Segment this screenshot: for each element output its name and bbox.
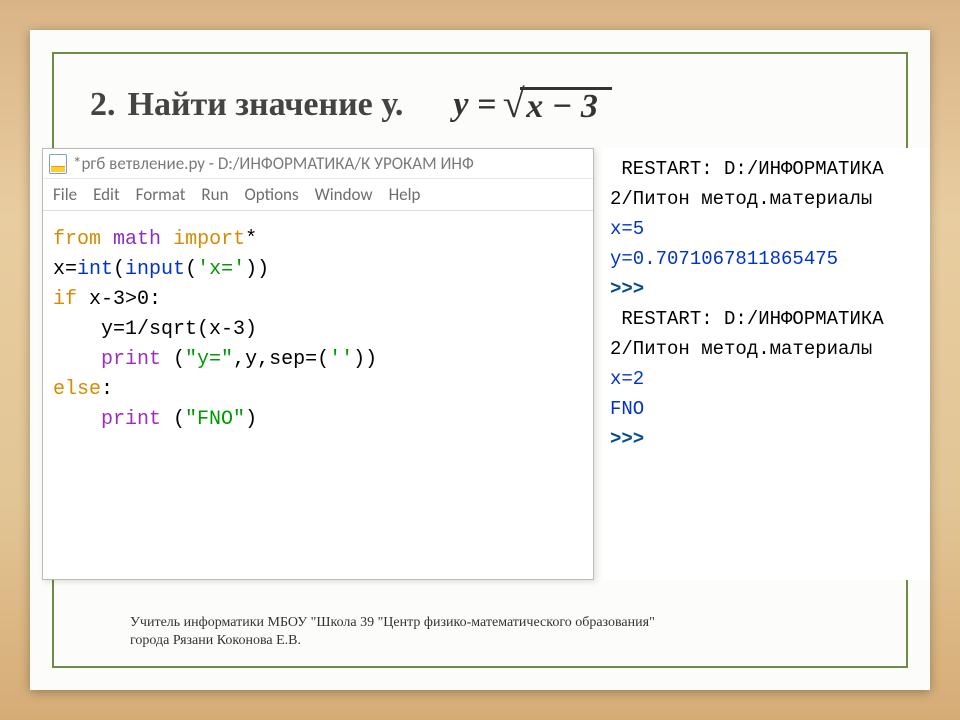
menu-edit[interactable]: Edit <box>93 184 120 205</box>
code-builtin-int: int <box>77 258 113 281</box>
code-text <box>53 348 101 371</box>
menu-window[interactable]: Window <box>315 184 373 205</box>
code-func-print: print <box>101 408 161 431</box>
code-builtin-input: input <box>125 258 185 281</box>
code-text: )) <box>353 348 377 371</box>
code-keyword-if: if <box>53 288 77 311</box>
editor-menubar: File Edit Format Run Options Window Help <box>43 179 593 211</box>
menu-file[interactable]: File <box>53 184 77 205</box>
shell-output: FNO <box>610 398 644 420</box>
shell-output: y=0.7071067811865475 <box>610 248 838 270</box>
sqrt-expression: √ x − 3 <box>502 87 612 124</box>
code-module-math: math <box>113 228 161 251</box>
code-text: ( <box>185 258 197 281</box>
formula-lhs: y = <box>453 86 496 124</box>
menu-format[interactable]: Format <box>136 184 186 205</box>
editor-window-title: *ргб ветвление.ру - D:/ИНФОРМАТИКА/К УРО… <box>73 153 474 174</box>
shell-prompt: >>> <box>610 278 656 300</box>
menu-options[interactable]: Options <box>245 184 299 205</box>
code-editor-window: *ргб ветвление.ру - D:/ИНФОРМАТИКА/К УРО… <box>42 148 594 580</box>
code-text: ( <box>161 348 185 371</box>
slide-title-text: Найти значение у. <box>128 86 404 124</box>
shell-input: x=5 <box>610 218 644 240</box>
content-panels: *ргб ветвление.ру - D:/ИНФОРМАТИКА/К УРО… <box>42 148 930 580</box>
footer-line1: Учитель информатики МБОУ "Школа 39 "Цент… <box>130 614 850 632</box>
code-text: ( <box>113 258 125 281</box>
code-string: '' <box>329 348 353 371</box>
python-file-icon <box>49 154 67 174</box>
footer-line2: города Рязани Коконова Е.В. <box>130 632 850 650</box>
code-func-print: print <box>101 348 161 371</box>
code-string: 'x=' <box>197 258 245 281</box>
code-text: x-3>0: <box>77 288 161 311</box>
code-string: "FNO" <box>185 408 245 431</box>
slide-formula: y = √ x − 3 <box>453 86 612 124</box>
sqrt-radicand: x − 3 <box>520 87 612 124</box>
code-text: ) <box>245 408 257 431</box>
python-shell-output: RESTART: D:/ИНФОРМАТИКА 2/Питон метод.ма… <box>602 148 930 580</box>
code-keyword-import: import <box>173 228 245 251</box>
code-text <box>53 408 101 431</box>
code-keyword-else: else <box>53 378 101 401</box>
footer-credit: Учитель информатики МБОУ "Школа 39 "Цент… <box>130 614 850 650</box>
code-line: y=1/sqrt(x-3) <box>53 318 257 341</box>
code-text: ,y,sep=( <box>233 348 329 371</box>
code-text: ( <box>161 408 185 431</box>
menu-run[interactable]: Run <box>201 184 228 205</box>
slide-title: 2. Найти значение у. y = √ x − 3 <box>90 80 870 130</box>
editor-code-area[interactable]: from math import* x=int(input('x=')) if … <box>43 211 593 579</box>
code-star: * <box>245 228 257 251</box>
code-text: )) <box>245 258 269 281</box>
shell-input: x=2 <box>610 368 644 390</box>
slide: 2. Найти значение у. y = √ x − 3 *ргб ве… <box>30 30 930 690</box>
shell-path: 2/Питон метод.материалы <box>610 338 872 360</box>
shell-prompt: >>> <box>610 428 656 450</box>
editor-titlebar: *ргб ветвление.ру - D:/ИНФОРМАТИКА/К УРО… <box>43 149 593 179</box>
code-text: x= <box>53 258 77 281</box>
shell-restart: RESTART: D:/ИНФОРМАТИКА <box>610 308 884 330</box>
shell-restart: RESTART: D:/ИНФОРМАТИКА <box>610 158 884 180</box>
slide-number: 2. <box>90 86 116 124</box>
menu-help[interactable]: Help <box>389 184 421 205</box>
code-keyword-from: from <box>53 228 101 251</box>
code-string: "y=" <box>185 348 233 371</box>
shell-path: 2/Питон метод.материалы <box>610 188 872 210</box>
code-text: : <box>101 378 113 401</box>
